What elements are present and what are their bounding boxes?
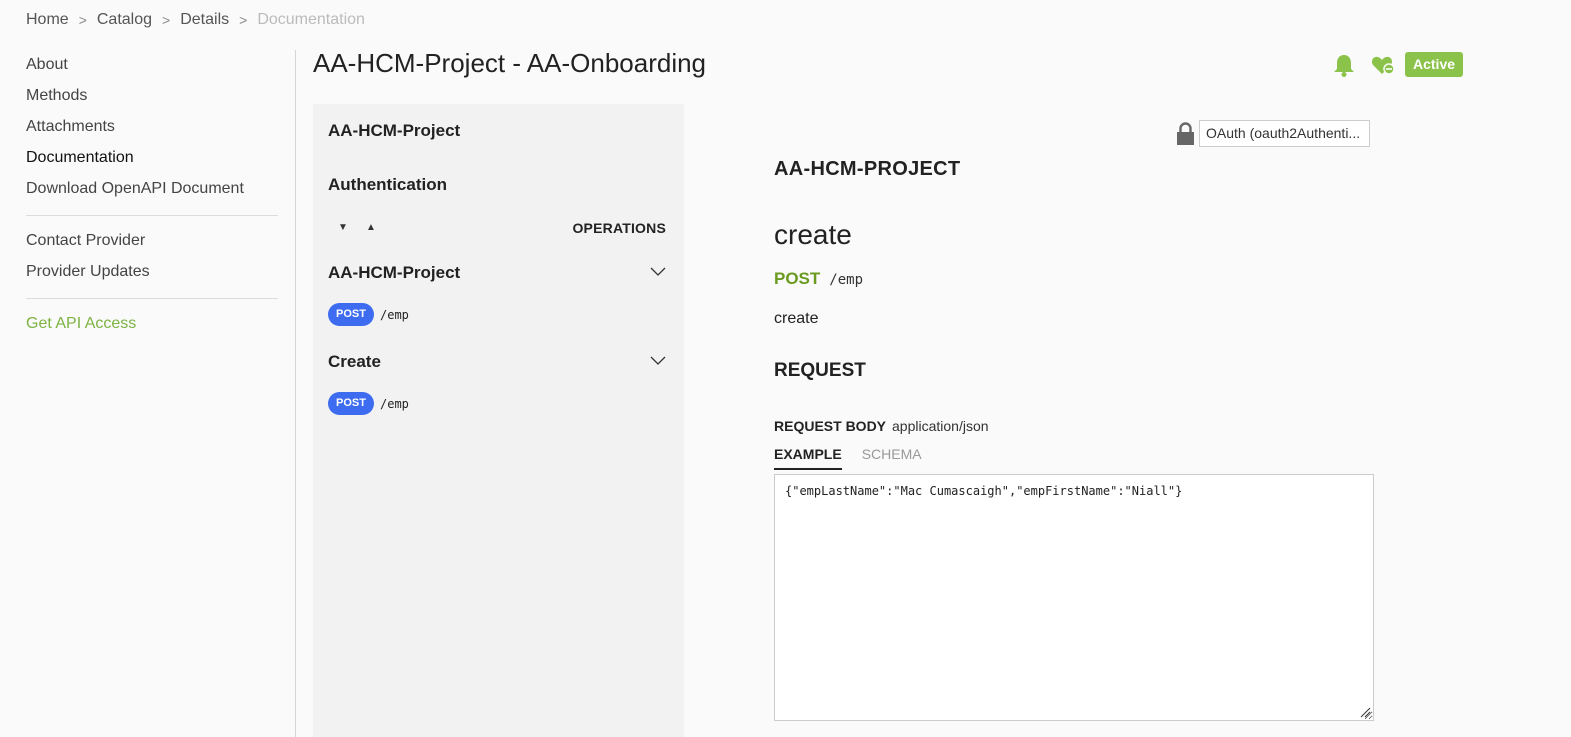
sidebar-divider xyxy=(26,215,278,216)
group-title[interactable]: AA-HCM-Project xyxy=(328,263,666,283)
sidebar-item-attachments[interactable]: Attachments xyxy=(26,116,278,147)
operations-label: OPERATIONS xyxy=(572,220,666,236)
chevron-right-icon: > xyxy=(162,12,171,28)
resize-handle-icon[interactable] xyxy=(1359,706,1371,718)
lock-icon xyxy=(1177,121,1194,145)
group-title[interactable]: Create xyxy=(328,352,666,372)
sidebar-item-contact-provider[interactable]: Contact Provider xyxy=(26,230,278,261)
operation-item[interactable]: POST /emp xyxy=(328,392,409,415)
status-area: Active xyxy=(1333,52,1464,77)
api-title: AA-HCM-PROJECT xyxy=(774,158,961,180)
request-tabs: EXAMPLE SCHEMA xyxy=(774,446,942,470)
sidebar-separator xyxy=(295,50,296,737)
breadcrumb-home[interactable]: Home xyxy=(26,11,69,29)
chevron-right-icon: > xyxy=(239,12,248,28)
ops-api-name[interactable]: AA-HCM-Project xyxy=(328,121,460,141)
content-type: application/json xyxy=(892,418,989,434)
sidebar-item-provider-updates[interactable]: Provider Updates xyxy=(26,261,278,292)
sidebar: About Methods Attachments Documentation … xyxy=(26,54,278,344)
method-badge: POST xyxy=(328,303,374,326)
operation-group: Create POST /emp xyxy=(328,352,666,415)
method-row: POST /emp xyxy=(774,269,863,289)
sidebar-item-about[interactable]: About xyxy=(26,54,278,85)
request-body-row: REQUEST BODY application/json xyxy=(774,418,989,434)
breadcrumb-details[interactable]: Details xyxy=(180,11,229,29)
bell-icon[interactable] xyxy=(1333,53,1355,77)
endpoint-path: /emp xyxy=(829,272,864,288)
get-api-access-link[interactable]: Get API Access xyxy=(26,313,278,344)
operation-name: create xyxy=(774,219,852,250)
auth-scheme-select[interactable]: OAuth (oauth2Authenti... xyxy=(1199,120,1370,147)
request-heading: REQUEST xyxy=(774,360,866,381)
sidebar-item-methods[interactable]: Methods xyxy=(26,85,278,116)
tab-schema[interactable]: SCHEMA xyxy=(862,446,922,470)
operations-panel: AA-HCM-Project Authentication ▼ ▲ OPERAT… xyxy=(313,104,684,737)
auth-selector: OAuth (oauth2Authenti... xyxy=(1176,120,1370,147)
example-json: {"empLastName":"Mac Cumascaigh","empFirs… xyxy=(785,484,1183,498)
tab-example[interactable]: EXAMPLE xyxy=(774,446,842,470)
http-method: POST xyxy=(774,269,821,288)
operations-sort-row: ▼ ▲ OPERATIONS xyxy=(328,220,666,240)
page-title: AA-HCM-Project - AA-Onboarding xyxy=(313,48,707,78)
sidebar-item-download-openapi[interactable]: Download OpenAPI Document xyxy=(26,178,278,209)
chevron-right-icon: > xyxy=(78,12,87,28)
operation-group: AA-HCM-Project POST /emp xyxy=(328,263,666,326)
request-body-label: REQUEST BODY xyxy=(774,418,887,434)
method-badge: POST xyxy=(328,392,374,415)
authentication-link[interactable]: Authentication xyxy=(328,175,447,195)
chevron-down-icon[interactable] xyxy=(650,267,666,277)
breadcrumb-catalog[interactable]: Catalog xyxy=(97,11,152,29)
chevron-down-icon[interactable] xyxy=(650,356,666,366)
operation-item[interactable]: POST /emp xyxy=(328,303,409,326)
status-badge: Active xyxy=(1405,52,1464,77)
expand-all-icon[interactable]: ▼ xyxy=(338,222,348,233)
operation-path: /emp xyxy=(380,307,409,322)
example-body-textarea[interactable]: {"empLastName":"Mac Cumascaigh","empFirs… xyxy=(774,474,1374,721)
collapse-all-icon[interactable]: ▲ xyxy=(366,222,376,233)
breadcrumb-documentation: Documentation xyxy=(257,11,365,28)
operation-description: create xyxy=(774,310,819,327)
breadcrumb: Home > Catalog > Details > Documentation xyxy=(26,11,365,29)
operation-path: /emp xyxy=(380,396,409,411)
sidebar-divider xyxy=(26,298,278,299)
heart-minus-icon[interactable] xyxy=(1371,54,1395,76)
sidebar-item-documentation[interactable]: Documentation xyxy=(26,147,278,178)
